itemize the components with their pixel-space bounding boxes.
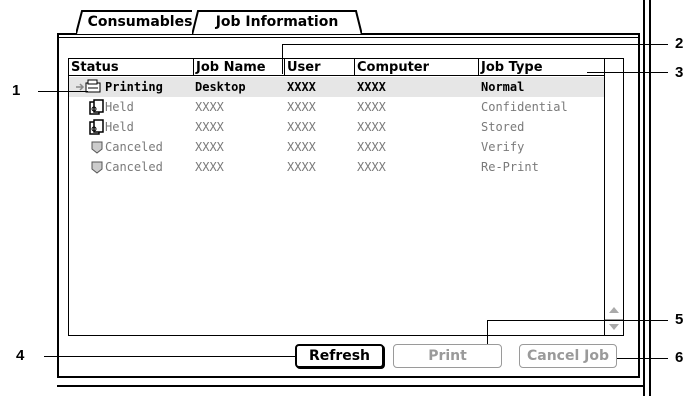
job-computer: XXXX: [357, 80, 386, 94]
column-status[interactable]: Status: [69, 59, 193, 76]
callout-line-6: [617, 358, 668, 359]
job-computer: XXXX: [357, 120, 386, 134]
job-status: Canceled: [105, 140, 163, 154]
job-type: Stored: [481, 120, 525, 134]
job-name: XXXX: [195, 140, 224, 154]
canceled-icon: [91, 141, 103, 154]
job-name: XXXX: [195, 160, 224, 174]
arrow-up-icon: [609, 307, 619, 313]
job-name: XXXX: [195, 120, 224, 134]
held-document-icon: [89, 99, 104, 115]
callout-line-2: [282, 44, 668, 45]
held-document-icon: [89, 119, 104, 135]
job-name: Desktop: [195, 80, 246, 94]
table-row[interactable]: Canceled XXXX XXXX XXXX Verify: [69, 137, 605, 157]
callout-1: 1: [12, 82, 21, 99]
job-status: Held: [105, 120, 134, 134]
column-computer[interactable]: Computer: [354, 59, 478, 76]
job-status: Printing: [105, 80, 163, 94]
job-computer: XXXX: [357, 140, 386, 154]
callout-6: 6: [675, 349, 684, 366]
job-list[interactable]: Status Job Name User Computer Job Type P…: [68, 58, 624, 336]
callout-line-5: [487, 320, 488, 344]
tab-consumables-label: Consumables: [87, 14, 193, 30]
tab-job-information[interactable]: Job Information: [192, 10, 362, 34]
table-row[interactable]: Printing Desktop XXXX XXXX Normal: [69, 77, 605, 97]
callout-line-2: [282, 44, 283, 74]
job-computer: XXXX: [357, 160, 386, 174]
refresh-button[interactable]: Refresh: [295, 344, 384, 368]
job-user: XXXX: [287, 100, 316, 114]
job-type: Verify: [481, 140, 525, 154]
job-user: XXXX: [287, 140, 316, 154]
job-computer: XXXX: [357, 100, 386, 114]
job-user: XXXX: [287, 160, 316, 174]
job-status: Canceled: [105, 160, 163, 174]
job-user: XXXX: [287, 120, 316, 134]
table-row[interactable]: Held XXXX XXXX XXXX Stored: [69, 117, 605, 137]
callout-line-5: [487, 320, 668, 321]
printer-icon: [76, 79, 101, 93]
callout-line-4: [44, 356, 295, 357]
callout-4: 4: [16, 347, 25, 364]
tab-consumables[interactable]: Consumables: [76, 10, 204, 34]
callout-3: 3: [675, 64, 684, 81]
scroll-down-button[interactable]: [605, 319, 623, 335]
job-name: XXXX: [195, 100, 224, 114]
callout-line-3: [587, 72, 668, 73]
job-user: XXXX: [287, 80, 316, 94]
table-row[interactable]: Held XXXX XXXX XXXX Confidential: [69, 97, 605, 117]
canceled-icon: [91, 161, 103, 174]
window-edge: [649, 0, 651, 396]
column-job-name[interactable]: Job Name: [193, 59, 284, 76]
job-type: Confidential: [481, 100, 568, 114]
table-row[interactable]: Canceled XXXX XXXX XXXX Re-Print: [69, 157, 605, 177]
cancel-job-button[interactable]: Cancel Job: [519, 344, 617, 368]
callout-2: 2: [675, 35, 684, 52]
column-user[interactable]: User: [284, 59, 354, 76]
panel-divider: [59, 37, 638, 38]
table-header: Status Job Name User Computer Job Type: [69, 59, 605, 76]
vertical-scrollbar[interactable]: [604, 59, 623, 335]
callout-line-1: [38, 91, 88, 92]
print-button[interactable]: Print: [393, 344, 502, 368]
job-type: Normal: [481, 80, 525, 94]
arrow-down-icon: [609, 324, 619, 330]
tab-job-information-label: Job Information: [215, 14, 339, 30]
job-type: Re-Print: [481, 160, 539, 174]
scroll-up-button[interactable]: [605, 302, 623, 318]
callout-5: 5: [675, 311, 684, 328]
window-bottom-edge: [57, 385, 645, 387]
job-status: Held: [105, 100, 134, 114]
column-job-type[interactable]: Job Type: [478, 59, 605, 76]
window-edge: [643, 0, 645, 396]
